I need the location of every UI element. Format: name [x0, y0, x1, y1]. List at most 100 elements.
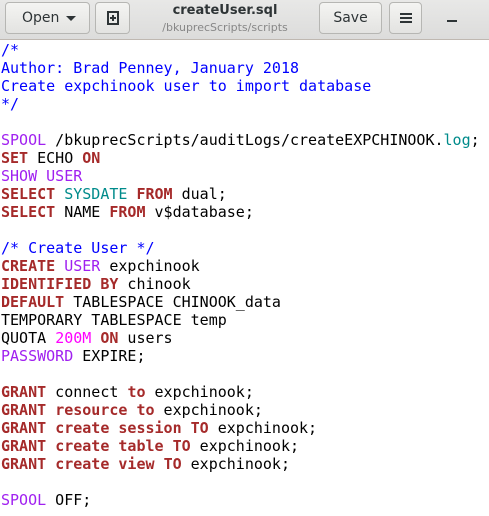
code-token: EXPIRE;: [73, 347, 146, 365]
code-token: expchinook;: [208, 419, 318, 437]
code-line[interactable]: SHOW USER: [0, 167, 489, 185]
code-token: table: [118, 437, 164, 455]
code-token: /bkuprecScripts/auditLogs/createEXPCHINO…: [46, 131, 444, 149]
code-line[interactable]: [0, 113, 489, 131]
code-line[interactable]: CREATE USER expchinook: [0, 257, 489, 275]
window-subtitle: /bkuprecScripts/scripts: [162, 21, 288, 34]
code-token: chinook: [118, 275, 191, 293]
window-title-area: createUser.sql /bkuprecScripts/scripts: [140, 3, 310, 36]
save-button-label: Save: [333, 10, 368, 26]
code-line[interactable]: SELECT NAME FROM v$database;: [0, 203, 489, 221]
code-token: */: [1, 95, 20, 113]
code-token: /*: [1, 41, 20, 59]
code-token: SYSDATE: [64, 185, 128, 203]
code-token: expchinook;: [145, 383, 254, 401]
code-line[interactable]: [0, 221, 489, 239]
code-token: GRANT: [1, 401, 47, 419]
code-line[interactable]: /* Create User */: [0, 239, 489, 257]
code-line[interactable]: SPOOL OFF;: [0, 491, 489, 509]
code-token: GRANT: [1, 419, 47, 437]
code-token: FROM: [109, 203, 146, 221]
code-token: TO: [172, 437, 191, 455]
code-line[interactable]: GRANT resource to expchinook;: [0, 401, 489, 419]
code-line[interactable]: GRANT connect to expchinook;: [0, 383, 489, 401]
code-token: log: [443, 131, 471, 149]
code-token: USER: [46, 167, 83, 185]
code-token: expchinook;: [154, 401, 263, 419]
open-button-label: Open: [22, 10, 60, 26]
code-token: ON: [82, 149, 101, 167]
code-line[interactable]: SELECT SYSDATE FROM dual;: [0, 185, 489, 203]
code-editor[interactable]: /* Author: Brad Penney, January 2018 Creat…: [0, 41, 489, 516]
code-token: CREATE: [1, 257, 56, 275]
code-token: expchinook: [100, 257, 200, 275]
hamburger-menu-icon: [399, 13, 412, 23]
code-token: to: [127, 383, 146, 401]
code-token: GRANT: [1, 383, 47, 401]
code-line[interactable]: SPOOL /bkuprecScripts/auditLogs/createEX…: [0, 131, 489, 149]
code-line[interactable]: TEMPORARY TABLESPACE temp: [0, 311, 489, 329]
code-line[interactable]: [0, 473, 489, 491]
code-token: create: [55, 419, 110, 437]
code-line[interactable]: /*: [0, 41, 489, 59]
code-line[interactable]: PASSWORD EXPIRE;: [0, 347, 489, 365]
code-token: expchinook;: [190, 437, 300, 455]
code-line[interactable]: Author: Brad Penney, January 2018: [0, 59, 489, 77]
code-token: SELECT: [1, 185, 56, 203]
code-line[interactable]: DEFAULT TABLESPACE CHINOOK_data: [0, 293, 489, 311]
code-token: GRANT: [1, 455, 47, 473]
new-document-icon: [106, 11, 119, 25]
code-token: ECHO: [28, 149, 83, 167]
code-token: SPOOL: [1, 131, 47, 149]
code-token: resource: [55, 401, 128, 419]
code-token: create: [55, 437, 110, 455]
code-line[interactable]: SET ECHO ON: [0, 149, 489, 167]
code-token: ;: [470, 131, 480, 149]
code-token: SHOW: [1, 167, 38, 185]
code-token: PASSWORD: [1, 347, 74, 365]
code-token: v$database;: [145, 203, 254, 221]
code-token: TO: [163, 455, 182, 473]
menu-button[interactable]: [389, 2, 422, 34]
code-token: to: [136, 401, 155, 419]
code-line[interactable]: IDENTIFIED BY chinook: [0, 275, 489, 293]
code-line[interactable]: */: [0, 95, 489, 113]
new-tab-button[interactable]: [95, 2, 130, 34]
code-token: Author: Brad Penney, January 2018: [1, 59, 300, 77]
code-token: connect: [46, 383, 128, 401]
minimize-icon[interactable]: [447, 20, 457, 22]
code-line[interactable]: QUOTA 200M ON users: [0, 329, 489, 347]
code-token: SELECT: [1, 203, 56, 221]
code-line[interactable]: GRANT create table TO expchinook;: [0, 437, 489, 455]
code-line[interactable]: GRANT create session TO expchinook;: [0, 419, 489, 437]
open-button[interactable]: Open: [5, 2, 90, 34]
code-token: create: [55, 455, 110, 473]
code-token: Create expchinook user to import databas…: [1, 77, 372, 95]
code-token: SET: [1, 149, 29, 167]
code-token: TEMPORARY TABLESPACE temp: [1, 311, 227, 329]
code-token: 200M: [55, 329, 92, 347]
code-line[interactable]: GRANT create view TO expchinook;: [0, 455, 489, 473]
code-token: USER: [64, 257, 101, 275]
code-token: QUOTA: [1, 329, 56, 347]
code-token: session: [118, 419, 182, 437]
code-line[interactable]: Create expchinook user to import databas…: [0, 77, 489, 95]
save-button[interactable]: Save: [319, 2, 382, 34]
code-token: /* Create User */: [1, 239, 155, 257]
code-token: IDENTIFIED BY: [1, 275, 119, 293]
code-line[interactable]: [0, 365, 489, 383]
code-token: TO: [190, 419, 209, 437]
code-token: SPOOL: [1, 491, 47, 509]
code-token: GRANT: [1, 437, 47, 455]
code-token: ON: [100, 329, 119, 347]
